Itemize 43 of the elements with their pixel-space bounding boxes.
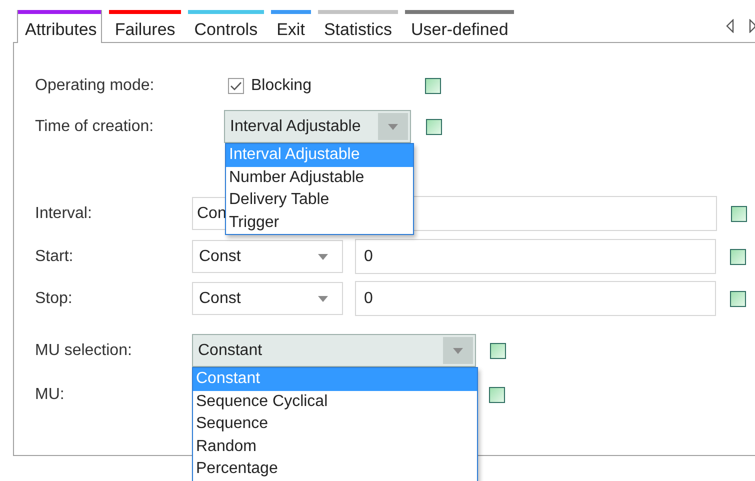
dropdown-arrow-icon: [318, 296, 328, 302]
indicator-icon[interactable]: [489, 387, 505, 403]
value-field[interactable]: 0: [355, 239, 716, 274]
field-label: Time of creation:: [35, 118, 155, 136]
dropdown-field[interactable]: Constant: [192, 334, 476, 367]
tab[interactable]: Failures: [108, 10, 182, 42]
value-field[interactable]: [412, 196, 717, 231]
field-label: Stop:: [35, 290, 74, 308]
field-label: MU selection:: [35, 342, 133, 360]
dropdown-arrow-icon: [453, 348, 463, 354]
indicator-icon[interactable]: [730, 248, 746, 264]
dropdown-option[interactable]: Percentage: [193, 458, 477, 480]
field-label: Interval:: [35, 204, 93, 222]
tab[interactable]: User-defined: [404, 10, 514, 42]
indicator-icon[interactable]: [425, 78, 441, 94]
mode-dropdown[interactable]: Con: [192, 197, 227, 230]
indicator-icon[interactable]: [490, 342, 506, 358]
dropdown-arrow-icon: [388, 124, 398, 130]
dropdown-option[interactable]: Random: [193, 436, 477, 458]
tab[interactable]: Exit: [270, 10, 311, 42]
field-label: MU:: [35, 386, 66, 404]
mode-dropdown[interactable]: Const: [192, 240, 343, 273]
field-label: Operating mode:: [35, 77, 156, 95]
tab[interactable]: Attributes: [17, 10, 102, 43]
dropdown-field[interactable]: Interval Adjustable: [224, 110, 411, 143]
checkbox-label: Blocking: [251, 77, 312, 95]
tab[interactable]: Statistics: [318, 10, 398, 42]
dropdown-arrow-icon: [318, 254, 328, 260]
indicator-icon[interactable]: [730, 290, 746, 306]
dropdown-option[interactable]: Sequence Cyclical: [193, 390, 477, 413]
dropdown-option[interactable]: Delivery Table: [226, 189, 413, 212]
dropdown-option[interactable]: Trigger: [226, 212, 413, 234]
value-field[interactable]: 0: [355, 281, 716, 316]
tab[interactable]: Controls: [188, 10, 264, 42]
scroll-right-icon[interactable]: [749, 19, 755, 33]
dropdown-option[interactable]: Number Adjustable: [226, 166, 413, 189]
mode-dropdown[interactable]: Const: [192, 282, 343, 315]
scroll-left-icon[interactable]: [725, 19, 735, 33]
dropdown-option[interactable]: Sequence: [193, 413, 477, 436]
checkbox[interactable]: [228, 78, 244, 94]
field-label: Start:: [35, 248, 74, 266]
indicator-icon[interactable]: [426, 118, 442, 134]
indicator-icon[interactable]: [731, 206, 747, 222]
